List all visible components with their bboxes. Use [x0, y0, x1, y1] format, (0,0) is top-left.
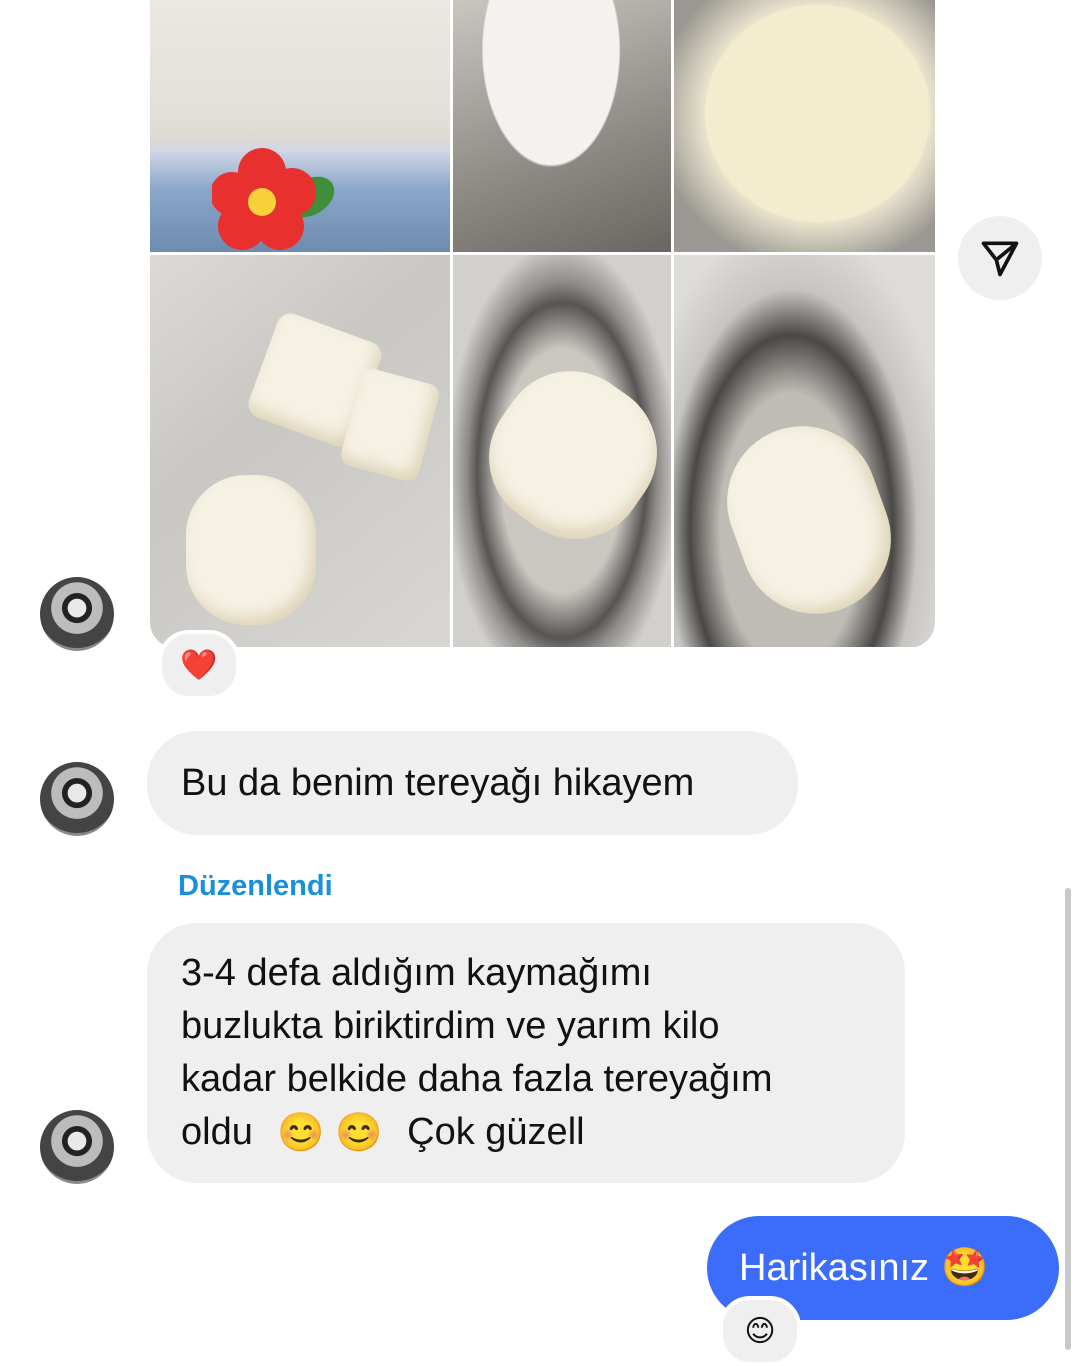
user-avatar[interactable]: [40, 577, 114, 651]
photo-1[interactable]: [150, 0, 450, 252]
smile-emoji: 😊 😊: [277, 1112, 383, 1155]
paper-plane-icon: [981, 241, 1019, 277]
message-line: kadar belkide daha fazla tereyağım: [181, 1058, 773, 1100]
message-line-start: oldu: [181, 1111, 253, 1153]
heart-icon: ❤️: [180, 647, 218, 683]
user-avatar[interactable]: [40, 762, 114, 836]
photo-3[interactable]: [674, 0, 935, 252]
butter-piece: [186, 475, 316, 625]
user-avatar[interactable]: [40, 1110, 114, 1184]
message-line: oldu 😊 😊 Çok güzell: [181, 1106, 871, 1160]
photo-5[interactable]: [453, 255, 671, 647]
butter-roll: [706, 405, 912, 635]
message-line: 3-4 defa aldığım kaymağımı: [181, 952, 652, 994]
message-line: buzlukta biriktirdim ve yarım kilo: [181, 1005, 720, 1047]
photo-6[interactable]: [674, 255, 935, 647]
message-line-end: Çok güzell: [407, 1111, 585, 1153]
smile-emoji: 😊: [744, 1313, 776, 1349]
butter-roll: [461, 343, 671, 567]
scrollbar[interactable]: [1065, 888, 1071, 1350]
message-bubble[interactable]: Bu da benim tereyağı hikayem: [147, 731, 798, 835]
photo-grid[interactable]: [150, 0, 935, 648]
photo-2[interactable]: [453, 0, 671, 252]
photo-reaction[interactable]: ❤️: [158, 630, 240, 700]
message-bubble[interactable]: 3-4 defa aldığım kaymağımı buzlukta biri…: [147, 923, 905, 1183]
share-button[interactable]: [958, 216, 1042, 300]
star-struck-emoji: 🤩: [941, 1247, 989, 1289]
message-text: Bu da benim tereyağı hikayem: [181, 761, 695, 804]
message-text: Harikasınız: [739, 1246, 930, 1289]
photo-4[interactable]: [150, 255, 450, 647]
edited-label: Düzenlendi: [178, 870, 333, 902]
message-reaction[interactable]: 😊: [719, 1296, 801, 1366]
flower-sticker-icon: [212, 148, 335, 250]
